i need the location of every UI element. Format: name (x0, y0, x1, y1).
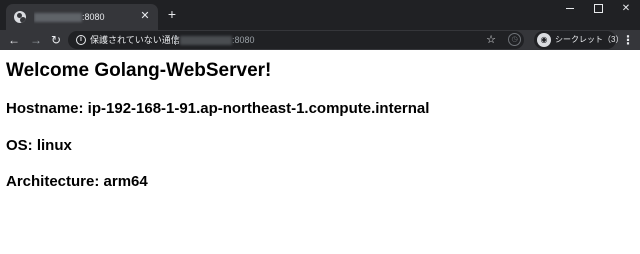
reload-button[interactable]: ↻ (48, 32, 64, 48)
extension-icon[interactable]: ◷ (508, 33, 521, 46)
back-button[interactable]: ← (6, 32, 22, 48)
forward-button[interactable]: → (28, 32, 44, 48)
page-heading: Welcome Golang-WebServer! (6, 60, 272, 81)
os-line: OS: linux (6, 137, 72, 154)
globe-icon (14, 11, 26, 23)
tab-strip: :8080 ✕ + ✕ (0, 0, 640, 30)
tab-title: :8080 (34, 10, 138, 24)
toolbar: ← → ↻ i 保護されていない通信 :8080 ☆ ◷ ◉ シークレット（3）… (0, 30, 640, 50)
window-close-button[interactable]: ✕ (612, 0, 640, 18)
maximize-icon (593, 3, 603, 13)
tab-title-port: :8080 (82, 12, 105, 22)
minimize-icon (566, 7, 574, 9)
browser-window: :8080 ✕ + ✕ ← → ↻ i 保護されていない通信 :8080 ☆ ◷… (0, 0, 640, 254)
bookmark-star-icon[interactable]: ☆ (484, 32, 498, 48)
security-status-text[interactable]: 保護されていない通信 (90, 33, 180, 47)
new-tab-button[interactable]: + (164, 6, 180, 22)
menu-icon[interactable]: ⋮ (622, 32, 634, 48)
hostname-line: Hostname: ip-192-168-1-91.ap-northeast-1… (6, 100, 430, 117)
incognito-indicator[interactable]: ◉ シークレット（3） (534, 31, 623, 49)
incognito-icon: ◉ (537, 33, 551, 47)
maximize-button[interactable] (584, 0, 612, 18)
close-icon[interactable]: ✕ (138, 9, 152, 23)
url-port: :8080 (232, 35, 255, 45)
tab-active[interactable]: :8080 ✕ (6, 4, 158, 30)
architecture-line: Architecture: arm64 (6, 173, 148, 190)
redacted-url-host (180, 36, 232, 46)
redacted-host (34, 13, 82, 23)
omnibox-divider (175, 35, 176, 45)
info-icon[interactable]: i (76, 35, 86, 45)
url-text[interactable]: :8080 (180, 33, 255, 47)
address-bar[interactable]: i 保護されていない通信 :8080 ☆ (68, 31, 524, 49)
minimize-button[interactable] (556, 0, 584, 18)
incognito-label: シークレット（3） (555, 35, 624, 44)
page-content: Welcome Golang-WebServer! Hostname: ip-1… (0, 50, 640, 254)
